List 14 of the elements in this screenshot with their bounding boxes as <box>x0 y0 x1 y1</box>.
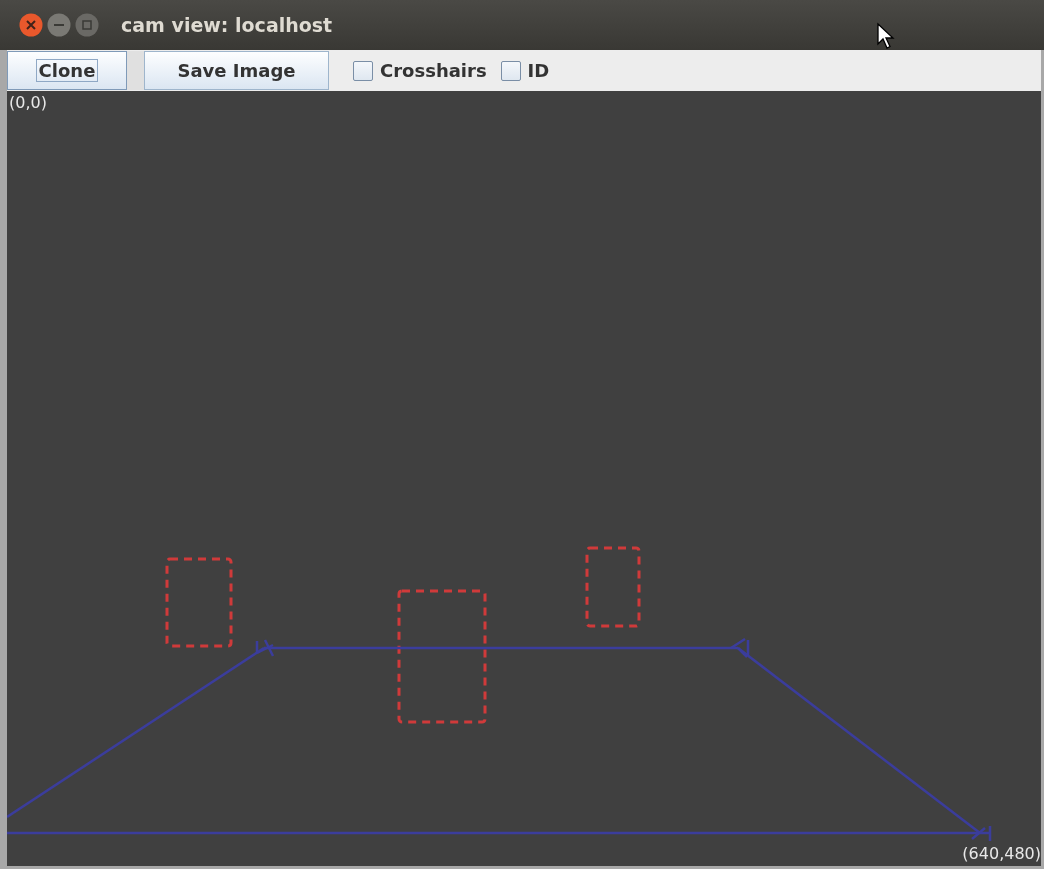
checkbox[interactable] <box>500 60 521 81</box>
origin-coordinate-label: (0,0) <box>9 95 47 111</box>
mouse-cursor-icon <box>876 22 896 50</box>
extent-coordinate-label: (640,480) <box>962 846 1041 862</box>
checkbox[interactable] <box>353 60 373 81</box>
maximize-icon[interactable] <box>75 13 99 37</box>
window-title: cam view: localhost <box>121 12 333 38</box>
close-icon[interactable] <box>19 13 43 37</box>
checkbox-label[interactable]: Crosshairs <box>380 57 487 84</box>
minimize-icon[interactable] <box>47 13 71 37</box>
save-image-button[interactable]: Save Image <box>144 51 329 90</box>
toolbar-separator <box>127 51 144 90</box>
checkbox-label[interactable]: ID <box>527 57 550 84</box>
clone-button[interactable]: Clone <box>7 51 127 90</box>
